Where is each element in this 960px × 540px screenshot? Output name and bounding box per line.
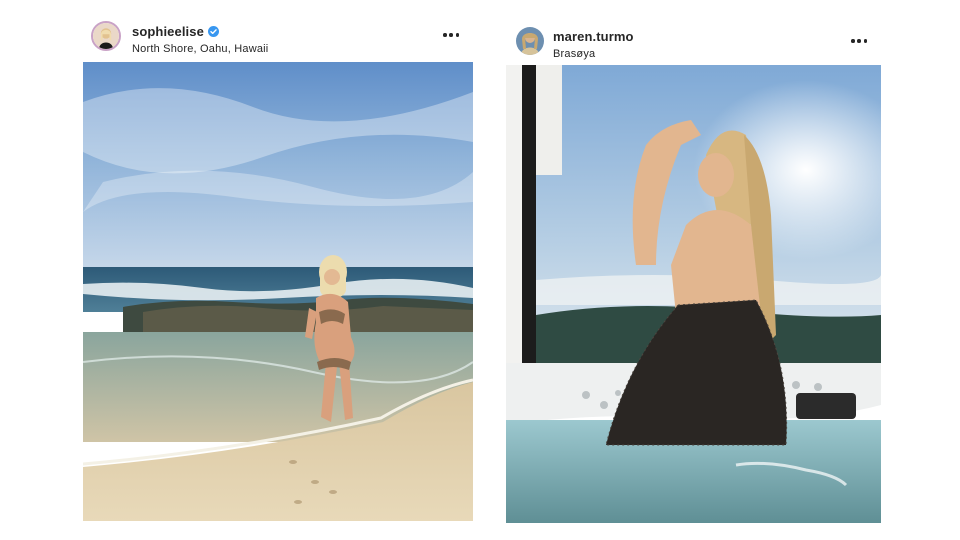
feed-post: sophieelise North Shore, Oahu, Hawaii xyxy=(83,0,473,521)
post-image[interactable] xyxy=(506,65,881,523)
more-options-icon[interactable] xyxy=(443,32,459,38)
username-link[interactable]: sophieelise xyxy=(132,24,204,39)
user-avatar[interactable] xyxy=(516,27,544,55)
post-header: sophieelise North Shore, Oahu, Hawaii xyxy=(83,0,473,62)
avatar-image xyxy=(516,27,544,55)
beach-photo xyxy=(83,62,473,521)
username-link[interactable]: maren.turmo xyxy=(553,29,634,44)
user-avatar[interactable] xyxy=(91,21,121,51)
location-link[interactable]: North Shore, Oahu, Hawaii xyxy=(132,44,268,55)
more-options-icon[interactable] xyxy=(851,38,867,44)
hot-tub-photo xyxy=(506,65,881,523)
post-image[interactable] xyxy=(83,62,473,521)
avatar-image xyxy=(93,23,119,49)
user-info: sophieelise North Shore, Oahu, Hawaii xyxy=(132,24,268,55)
location-link[interactable]: Brasøya xyxy=(553,49,634,60)
feed-post: maren.turmo Brasøya xyxy=(506,0,881,523)
post-header: maren.turmo Brasøya xyxy=(506,0,881,65)
verified-badge-icon xyxy=(207,26,219,37)
user-info: maren.turmo Brasøya xyxy=(553,29,634,60)
